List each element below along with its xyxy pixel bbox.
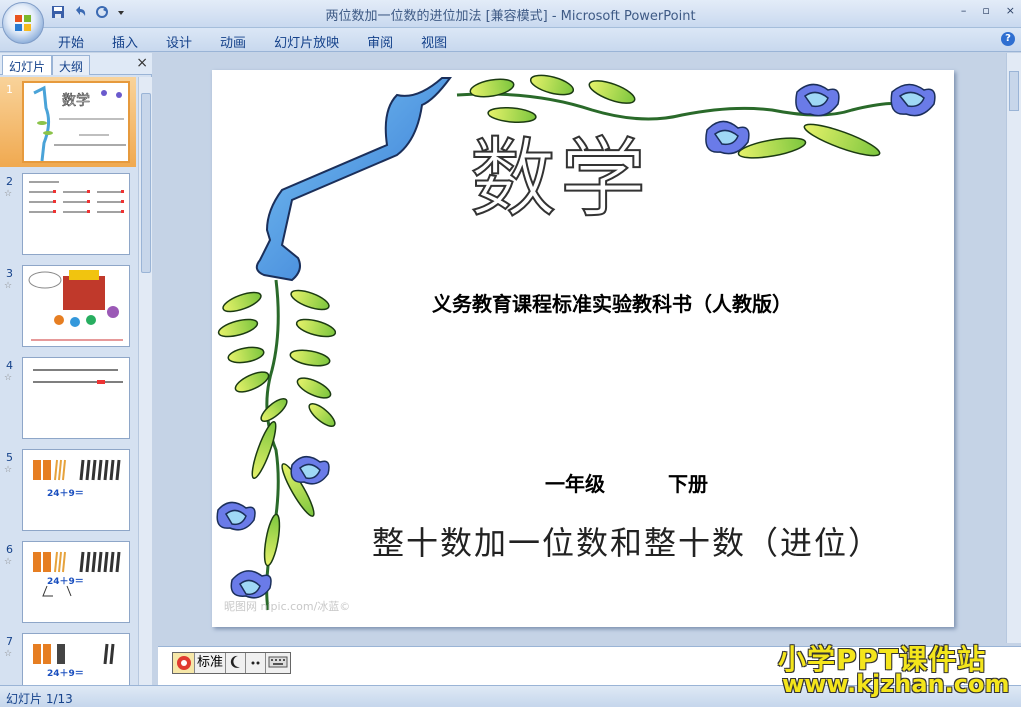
- ribbon-tabs: 开始 插入 设计 动画 幻灯片放映 审阅 视图: [58, 32, 475, 51]
- slide-thumbnail[interactable]: 24＋9＝: [22, 541, 130, 623]
- slide-grade[interactable]: 一年级: [545, 468, 605, 497]
- close-pane-icon[interactable]: ×: [136, 55, 148, 71]
- thumbnail-row[interactable]: 5 ☆ 24＋9＝: [0, 449, 138, 539]
- thumbnail-number: 7: [6, 635, 13, 648]
- slide-thumbnail[interactable]: [22, 357, 130, 439]
- animation-star-icon: ☆: [4, 373, 13, 383]
- ribbon: 开始 插入 设计 动画 幻灯片放映 审阅 视图 ?: [0, 28, 1021, 52]
- current-slide[interactable]: 数学 义务教育课程标准实验教科书（人教版） 一年级 下册 整十数加一位数和整十数…: [212, 70, 954, 627]
- slide-3-preview: [28, 270, 123, 341]
- half-width-icon[interactable]: [226, 653, 247, 673]
- animation-star-icon: ☆: [4, 557, 13, 567]
- thumbnail-row[interactable]: 2 ☆: [0, 173, 138, 263]
- scrollbar-thumb[interactable]: [141, 93, 151, 273]
- slide-1-preview: 数学: [33, 85, 126, 161]
- window-controls: – ▫ ×: [961, 4, 1015, 17]
- slides-pane: 幻灯片 大纲 × 1 数学 2 ☆ 3 ☆ 4 ☆ 5 ☆ 24＋9＝ 6 ☆ …: [0, 53, 152, 685]
- tab-view[interactable]: 视图: [421, 32, 461, 51]
- image-credit: 昵图网 nipic.com/冰蓝©: [224, 600, 351, 613]
- slide-thumbnail[interactable]: [22, 173, 130, 255]
- svg-text:24＋9＝: 24＋9＝: [47, 668, 84, 679]
- thumbnail-number: 6: [6, 543, 13, 556]
- tab-review[interactable]: 审阅: [367, 32, 407, 51]
- animation-star-icon: ☆: [4, 281, 13, 291]
- animation-star-icon: ☆: [4, 189, 13, 199]
- tab-outline[interactable]: 大纲: [52, 55, 91, 75]
- ime-mode[interactable]: 标准: [195, 653, 227, 673]
- thumbnail-scrollbar[interactable]: [138, 77, 152, 685]
- thumbnail-row[interactable]: 4 ☆: [0, 357, 138, 447]
- slide-6-preview: 24＋9＝: [33, 551, 121, 597]
- thumbnail-number: 2: [6, 175, 13, 188]
- slide-topic[interactable]: 整十数加一位数和整十数（进位）: [372, 518, 882, 564]
- soft-keyboard-icon[interactable]: [266, 653, 290, 673]
- tab-animations[interactable]: 动画: [220, 32, 260, 51]
- thumbnail-number: 4: [6, 359, 13, 372]
- slide-thumbnail[interactable]: [22, 265, 130, 347]
- slide-4-preview: [33, 369, 123, 384]
- slide-5-preview: 24＋9＝: [33, 459, 121, 499]
- animation-star-icon: ☆: [4, 649, 13, 659]
- slide-thumbnail[interactable]: 24＋9＝: [22, 633, 130, 685]
- office-button[interactable]: [2, 2, 44, 44]
- tab-slides[interactable]: 幻灯片: [2, 55, 53, 75]
- close-button[interactable]: ×: [1006, 4, 1015, 17]
- help-icon[interactable]: ?: [1001, 32, 1015, 46]
- office-logo-icon: [15, 15, 31, 31]
- minimize-button[interactable]: –: [961, 4, 967, 17]
- slide-2-preview: [29, 181, 124, 213]
- svg-text:24＋9＝: 24＋9＝: [47, 576, 84, 587]
- svg-text:数学: 数学: [62, 93, 90, 109]
- thumbnail-row[interactable]: 6 ☆ 24＋9＝: [0, 541, 138, 631]
- restore-button[interactable]: ▫: [982, 4, 989, 17]
- tab-slideshow[interactable]: 幻灯片放映: [274, 32, 353, 51]
- tab-insert[interactable]: 插入: [112, 32, 152, 51]
- ime-logo-icon[interactable]: [173, 653, 195, 673]
- slide-thumbnail[interactable]: 数学: [22, 81, 130, 163]
- svg-text:24＋9＝: 24＋9＝: [47, 488, 84, 499]
- slide-title[interactable]: 数学: [469, 108, 650, 233]
- tab-home[interactable]: 开始: [58, 32, 98, 51]
- animation-star-icon: ☆: [4, 465, 13, 475]
- title-bar: 两位数加一位数的进位加法 [兼容模式] - Microsoft PowerPoi…: [0, 0, 1021, 28]
- thumbnail-row[interactable]: 7 ☆ 24＋9＝: [0, 633, 138, 685]
- slide-7-preview: 24＋9＝: [33, 643, 115, 679]
- slide-indicator: 幻灯片 1/13: [6, 692, 73, 706]
- slide-thumbnail[interactable]: 24＋9＝: [22, 449, 130, 531]
- thumbnail-number: 3: [6, 267, 13, 280]
- thumbnail-list: 1 数学 2 ☆ 3 ☆ 4 ☆ 5 ☆ 24＋9＝ 6 ☆ 24＋9＝ 7 ☆…: [0, 77, 138, 685]
- slide-subtitle[interactable]: 义务教育课程标准实验教科书（人教版）: [432, 288, 792, 317]
- pane-tabs: 幻灯片 大纲 ×: [0, 53, 152, 75]
- punctuation-icon[interactable]: [246, 653, 267, 673]
- thumbnail-row[interactable]: 3 ☆: [0, 265, 138, 355]
- tab-design[interactable]: 设计: [166, 32, 206, 51]
- slide-volume[interactable]: 下册: [668, 468, 708, 497]
- thumbnail-row[interactable]: 1 数学: [0, 77, 138, 171]
- thumbnail-number: 1: [6, 83, 13, 96]
- slide-scrollbar[interactable]: [1006, 53, 1021, 643]
- window-title: 两位数加一位数的进位加法 [兼容模式] - Microsoft PowerPoi…: [325, 9, 696, 24]
- thumbnail-number: 5: [6, 451, 13, 464]
- scrollbar-thumb[interactable]: [1009, 71, 1019, 111]
- watermark-url: www.kjzhan.com: [782, 670, 1010, 698]
- ime-toolbar: 标准: [172, 652, 292, 674]
